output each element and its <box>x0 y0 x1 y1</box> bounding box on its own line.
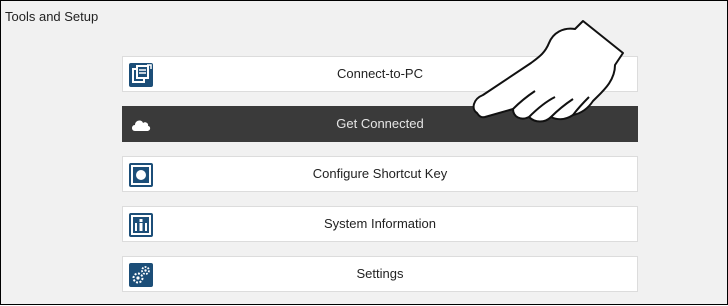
pointing-hand-icon <box>463 11 633 136</box>
window-title: Tools and Setup <box>5 9 99 24</box>
menu-item-settings[interactable]: Settings <box>122 256 638 292</box>
menu-item-label: System Information <box>324 216 436 231</box>
menu-item-configure-shortcut-key[interactable]: Configure Shortcut Key <box>122 156 638 192</box>
menu-item-label: Settings <box>356 266 404 281</box>
tools-and-setup-window: Tools and Setup Connect-to-PC Get Connec… <box>0 0 728 305</box>
menu-item-label: Configure Shortcut Key <box>312 166 448 181</box>
menu-item-system-information[interactable]: System Information <box>122 206 638 242</box>
